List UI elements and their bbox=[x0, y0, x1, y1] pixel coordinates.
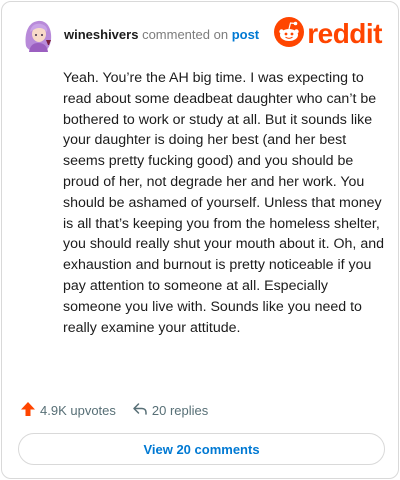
reddit-logo[interactable]: reddit bbox=[274, 16, 382, 52]
comment-byline: wineshivers commented on post bbox=[64, 27, 259, 43]
upvote-count: 4.9K upvotes bbox=[40, 402, 116, 418]
user-avatar[interactable] bbox=[20, 16, 56, 52]
reddit-snoo-icon bbox=[274, 16, 305, 52]
reply-arrow-icon bbox=[132, 401, 148, 420]
username-link[interactable]: wineshivers bbox=[64, 27, 138, 42]
reddit-wordmark: reddit bbox=[307, 18, 382, 49]
upvote-arrow-icon bbox=[20, 401, 36, 420]
comment-body: Yeah. You’re the AH big time. I was expe… bbox=[63, 70, 384, 336]
upvote-button[interactable]: 4.9K upvotes bbox=[20, 401, 116, 420]
comment-actions: 4.9K upvotes 20 replies bbox=[20, 400, 208, 420]
action-text: commented on bbox=[142, 27, 229, 42]
post-link[interactable]: post bbox=[232, 27, 259, 42]
comment-card: wineshivers commented on post reddit Yea… bbox=[1, 1, 399, 479]
view-comments-button[interactable]: View 20 comments bbox=[18, 433, 385, 465]
reply-count: 20 replies bbox=[151, 402, 209, 418]
comment-header: wineshivers commented on post reddit bbox=[20, 16, 382, 56]
replies-button[interactable]: 20 replies bbox=[132, 401, 208, 420]
